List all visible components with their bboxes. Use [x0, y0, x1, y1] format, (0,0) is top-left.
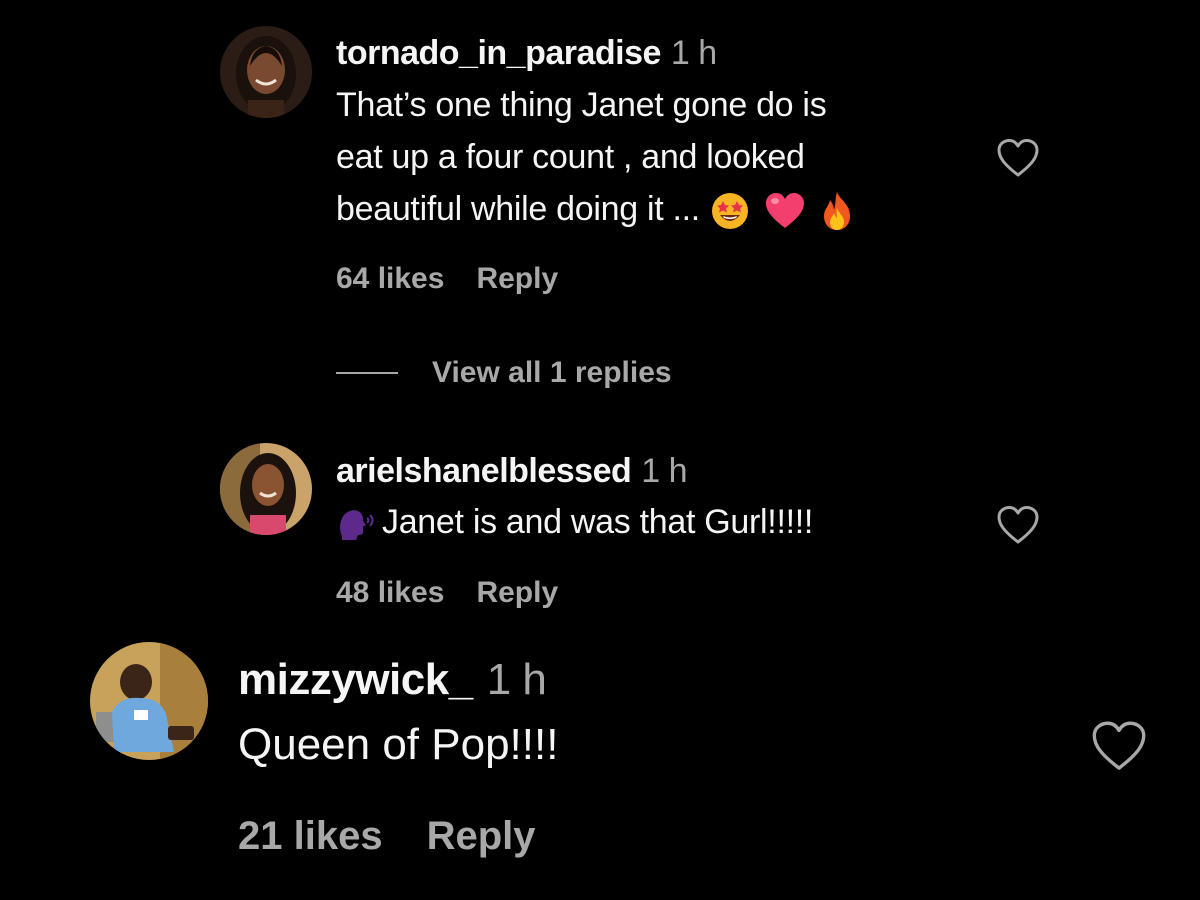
comment-header: tornado_in_paradise 1 h: [336, 34, 717, 73]
likes-count[interactable]: 21 likes: [238, 814, 383, 858]
avatar[interactable]: [220, 26, 312, 118]
username[interactable]: arielshanelblessed: [336, 452, 632, 490]
fire-emoji: [820, 190, 854, 232]
likes-count[interactable]: 64 likes: [336, 262, 444, 295]
heart-icon[interactable]: [996, 505, 1040, 545]
speaking-head-emoji: [336, 506, 376, 542]
avatar[interactable]: [90, 642, 208, 760]
timestamp: 1 h: [670, 34, 717, 72]
reply-button[interactable]: Reply: [476, 576, 558, 609]
comment-text: Janet is and was that Gurl!!!!!: [382, 503, 814, 541]
comment-header: arielshanelblessed 1 h: [336, 452, 688, 491]
timestamp: 1 h: [486, 655, 547, 704]
comment-meta: 21 likes Reply: [238, 814, 536, 859]
comment-text-line: Janet is and was that Gurl!!!!!: [336, 503, 813, 542]
comment-text: beautiful while doing it ...: [336, 190, 700, 228]
username[interactable]: mizzywick_: [238, 655, 473, 704]
avatar[interactable]: [220, 443, 312, 535]
reply-button[interactable]: Reply: [427, 814, 536, 858]
timestamp: 1 h: [641, 452, 688, 490]
likes-count[interactable]: 48 likes: [336, 576, 444, 609]
comment-meta: 48 likes Reply: [336, 576, 558, 610]
comment-text-line: beautiful while doing it ...: [336, 190, 854, 232]
comment-text: eat up a four count , and looked: [336, 138, 805, 176]
star-struck-emoji: [710, 191, 750, 231]
comment-text: Queen of Pop!!!!: [238, 720, 559, 769]
comment-text: That’s one thing Janet gone do is: [336, 86, 827, 124]
comment-header: mizzywick_ 1 h: [238, 655, 547, 705]
heart-icon[interactable]: [1090, 720, 1148, 772]
username[interactable]: tornado_in_paradise: [336, 34, 661, 72]
heart-icon[interactable]: [996, 138, 1040, 178]
divider: [336, 372, 398, 374]
view-replies-button[interactable]: View all 1 replies: [336, 356, 672, 390]
pink-heart-emoji: [764, 192, 806, 230]
reply-button[interactable]: Reply: [476, 262, 558, 295]
view-replies-label[interactable]: View all 1 replies: [432, 356, 672, 389]
comment-meta: 64 likes Reply: [336, 262, 558, 296]
